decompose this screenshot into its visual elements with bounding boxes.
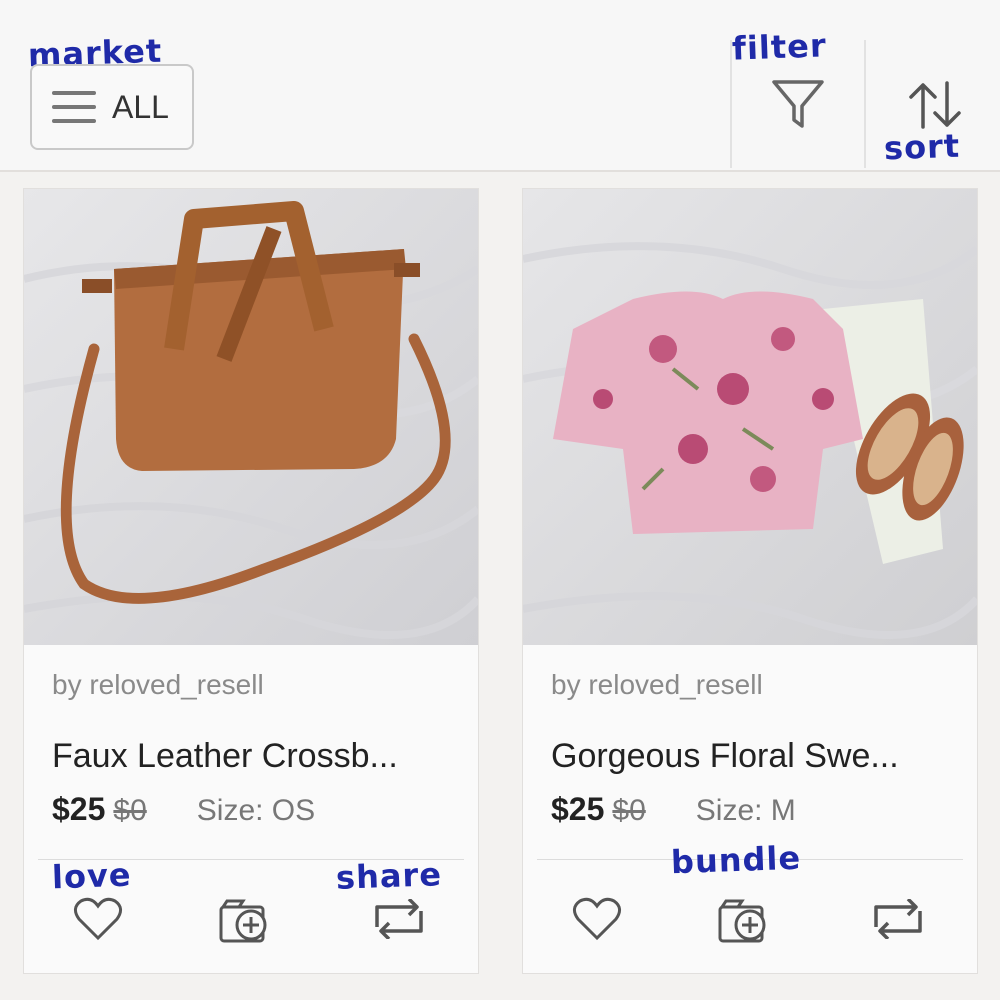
- price-row: $25 $0 Size: M: [551, 791, 796, 828]
- price: $25: [52, 791, 106, 827]
- sort-annotation: sort: [883, 126, 961, 168]
- share-button[interactable]: [868, 889, 928, 949]
- listing-card[interactable]: by reloved_resell Gorgeous Floral Swe...…: [522, 188, 978, 974]
- listing-photo-bag[interactable]: [24, 189, 478, 645]
- love-button[interactable]: [567, 889, 627, 949]
- share-icon: [874, 899, 922, 939]
- market-label: ALL: [112, 88, 169, 125]
- share-icon: [375, 899, 423, 939]
- price-row: $25 $0 Size: OS: [52, 791, 315, 828]
- original-price: $0: [113, 794, 147, 827]
- listing-photo-sweater[interactable]: [523, 189, 977, 645]
- bundle-button[interactable]: [715, 889, 775, 949]
- hamburger-icon: [52, 91, 96, 123]
- listing-card[interactable]: by reloved_resell Faux Leather Crossb...…: [23, 188, 479, 974]
- market-button[interactable]: ALL: [30, 64, 194, 150]
- share-button[interactable]: [369, 889, 429, 949]
- original-price: $0: [612, 794, 646, 827]
- filter-button[interactable]: [730, 40, 866, 168]
- listing-title[interactable]: Faux Leather Crossb...: [52, 737, 398, 776]
- bundle-button[interactable]: [216, 889, 276, 949]
- price: $25: [551, 791, 605, 827]
- love-button[interactable]: [68, 889, 128, 949]
- sort-arrows-icon: [909, 81, 961, 129]
- bundle-add-icon: [219, 899, 267, 943]
- size-label: Size: M: [695, 794, 796, 827]
- listing-title[interactable]: Gorgeous Floral Swe...: [551, 737, 899, 776]
- bundle-annotation: bundle: [670, 838, 802, 882]
- heart-icon: [74, 897, 122, 941]
- size-label: Size: OS: [196, 794, 316, 827]
- heart-icon: [573, 897, 621, 941]
- seller-name[interactable]: by reloved_resell: [52, 669, 264, 701]
- seller-name[interactable]: by reloved_resell: [551, 669, 763, 701]
- bundle-add-icon: [718, 899, 766, 943]
- funnel-icon: [772, 80, 824, 128]
